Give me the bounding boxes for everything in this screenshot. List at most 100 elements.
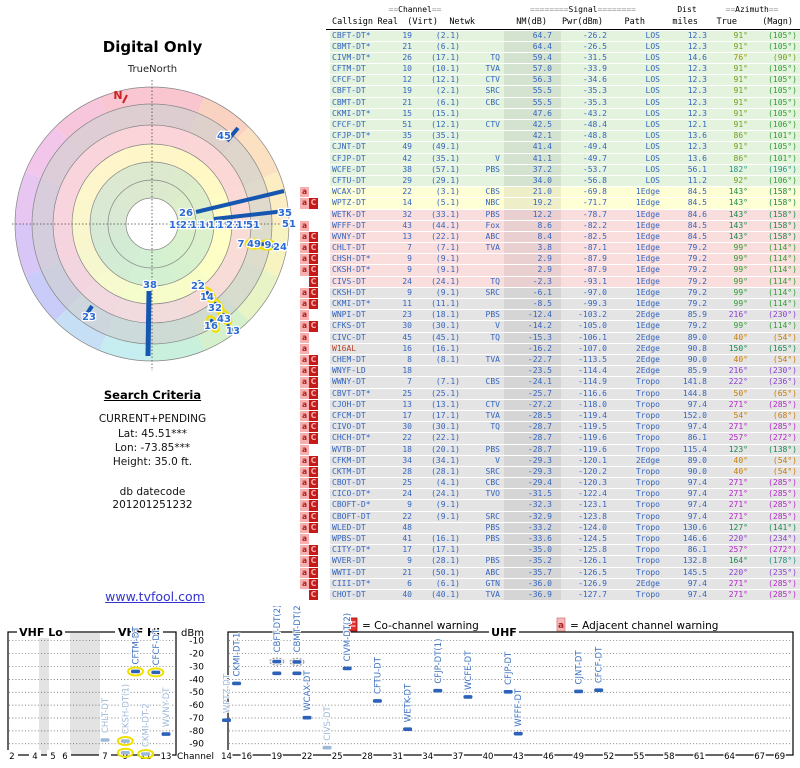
table-row: a C WWNY-DT 7 (7.1) CBS -24.1 -114.9 Tropo 141.8 2… — [300, 377, 800, 389]
pwr-dbm: -125.8 — [578, 545, 607, 555]
azimuth-true: 257° — [728, 433, 748, 443]
path: 2Edge — [635, 366, 660, 376]
azimuth-magnetic: (158°) — [768, 231, 797, 241]
callsign: CBFT-DT* — [332, 30, 371, 40]
real-channel: 22 — [402, 511, 412, 521]
channel-tick-label: 22 — [302, 752, 313, 762]
azimuth-true: 99° — [733, 243, 748, 253]
pwr-dbm: -107.0 — [578, 343, 607, 353]
azimuth-magnetic: (105°) — [768, 64, 797, 74]
channel-tick-label: 28 — [362, 752, 373, 762]
real-channel: 24 — [402, 276, 412, 286]
callsign: CFCM-DT — [332, 410, 366, 420]
cochannel-warning-badge: C — [309, 265, 318, 276]
callsign: WLED-DT — [332, 522, 366, 532]
callsign: CKTM-DT — [332, 466, 366, 476]
virtual-channel: (9.1) — [435, 265, 460, 275]
datecode-value: 201201251232 — [112, 499, 193, 511]
azimuth-true: 143° — [728, 231, 748, 241]
virtual-channel: (8.1) — [435, 355, 460, 364]
azimuth-true: 91° — [733, 41, 748, 51]
azimuth-true: 127° — [728, 522, 748, 532]
table-row: CFTM-DT 10 (10.1) TVA 57.0 -33.9 LOS 12.3 91° (10… — [330, 64, 800, 76]
cochannel-warning-badge: C — [309, 500, 318, 511]
station-marker — [302, 715, 312, 720]
real-channel: 23 — [402, 310, 412, 320]
nm-db: 55.5 — [532, 97, 552, 107]
azimuth-magnetic: (285°) — [768, 478, 797, 488]
callsign: CJNT-DT — [332, 142, 366, 152]
miles: 12.3 — [687, 41, 707, 51]
network: PBS — [485, 556, 500, 566]
pwr-dbm: -34.6 — [582, 75, 607, 85]
azimuth-magnetic: (114°) — [768, 287, 797, 297]
miles: 90.8 — [687, 343, 707, 353]
virtual-channel: (49.1) — [431, 142, 460, 152]
azimuth-magnetic: (272°) — [768, 545, 797, 555]
virtual-channel: (34.1) — [431, 455, 460, 465]
search-criteria-line: Lat: 45.51*** — [117, 428, 188, 440]
adjacent-legend-letter: a — [558, 621, 564, 631]
virtual-channel: (17.1) — [431, 52, 460, 62]
azimuth-true: 271° — [728, 399, 748, 409]
channel-tick-label: 52 — [603, 752, 614, 762]
channel-tick-label: 58 — [664, 752, 675, 762]
radar-channel-label: 26 — [179, 208, 193, 219]
virtual-channel: (18.1) — [431, 310, 460, 320]
pwr-dbm: -33.9 — [582, 64, 607, 74]
miles: 84.5 — [687, 198, 707, 208]
nm-db: 41.1 — [532, 153, 552, 163]
nm-column-shade — [504, 220, 561, 231]
real-channel: 9 — [407, 287, 412, 297]
pwr-dbm: -103.2 — [578, 310, 607, 320]
azimuth-true: 99° — [733, 265, 748, 275]
path: 2Edge — [635, 343, 660, 353]
real-channel: 12 — [402, 75, 412, 85]
radar-channel-label: 13 — [226, 326, 240, 337]
azimuth-magnetic: (230°) — [768, 366, 797, 376]
virtual-channel: (16.1) — [431, 343, 460, 353]
station-marker — [141, 752, 151, 756]
table-row: a WCAX-DT 22 (3.1) CBS 21.0 -69.8 1Edge 84.5 143°… — [300, 187, 800, 199]
adjacent-warning-badge: a — [300, 321, 309, 332]
station-marker — [120, 739, 130, 743]
azimuth-magnetic: (285°) — [768, 489, 797, 499]
azimuth-magnetic: (54°) — [772, 332, 797, 342]
network: TVA — [485, 64, 500, 74]
pwr-dbm: -97.0 — [582, 287, 607, 297]
pwr-dbm: -49.7 — [582, 153, 607, 163]
nm-db: -29.4 — [527, 478, 552, 488]
table-row: a C CBOT-DT 25 (4.1) CBC -29.4 -120.3 Tropo 97.4 2… — [300, 478, 800, 490]
radar-channel-label: 43 — [217, 314, 231, 325]
path: 2Edge — [635, 310, 660, 320]
real-channel: 16 — [402, 343, 412, 353]
adjacent-warning-badge: a — [300, 444, 309, 455]
table-row: CBMT-DT* 21 (6.1) 64.4 -26.5 LOS 12.3 91° (105°) — [330, 41, 800, 53]
pwr-dbm: -69.8 — [582, 187, 607, 197]
real-channel: 30 — [402, 422, 412, 432]
tvfool-link[interactable]: www.tvfool.com — [55, 589, 255, 604]
adjacent-warning-badge: a — [300, 198, 309, 209]
adjacent-warning-badge: a — [300, 556, 309, 567]
table-row: CKMI-DT* 15 (15.1) 47.6 -43.2 LOS 12.3 91° (105°… — [330, 108, 800, 121]
network: GTN — [485, 578, 500, 588]
nm-db: 37.2 — [532, 164, 552, 174]
callsign: CIVC-DT — [332, 332, 366, 342]
header-rule-chars: == — [388, 5, 399, 14]
pwr-dbm: -31.5 — [582, 52, 607, 62]
virtual-channel: (9.1) — [435, 287, 460, 297]
azimuth-magnetic: (234°) — [768, 534, 797, 544]
miles: 97.4 — [687, 478, 707, 488]
nm-column-shade — [504, 265, 561, 276]
table-row: CFJP-DT 42 (35.1) V 41.1 -49.7 LOS 13.6 86° (101°… — [330, 153, 800, 165]
group-header-label: Dist — [677, 5, 697, 14]
path: Tropo — [635, 377, 660, 387]
azimuth-true: 164° — [728, 556, 748, 566]
nm-db: -32.3 — [527, 500, 552, 510]
adjacent-warning-badge: a — [300, 332, 309, 343]
real-channel: 21 — [402, 567, 412, 577]
virtual-channel: (17.1) — [431, 410, 460, 420]
pwr-dbm: -35.3 — [582, 97, 607, 107]
table-row: CFTU-DT 29 (29.1) 34.0 -56.8 LOS 11.2 92° (106°) — [330, 175, 800, 188]
dbm-tick-label: -30 — [189, 662, 204, 672]
